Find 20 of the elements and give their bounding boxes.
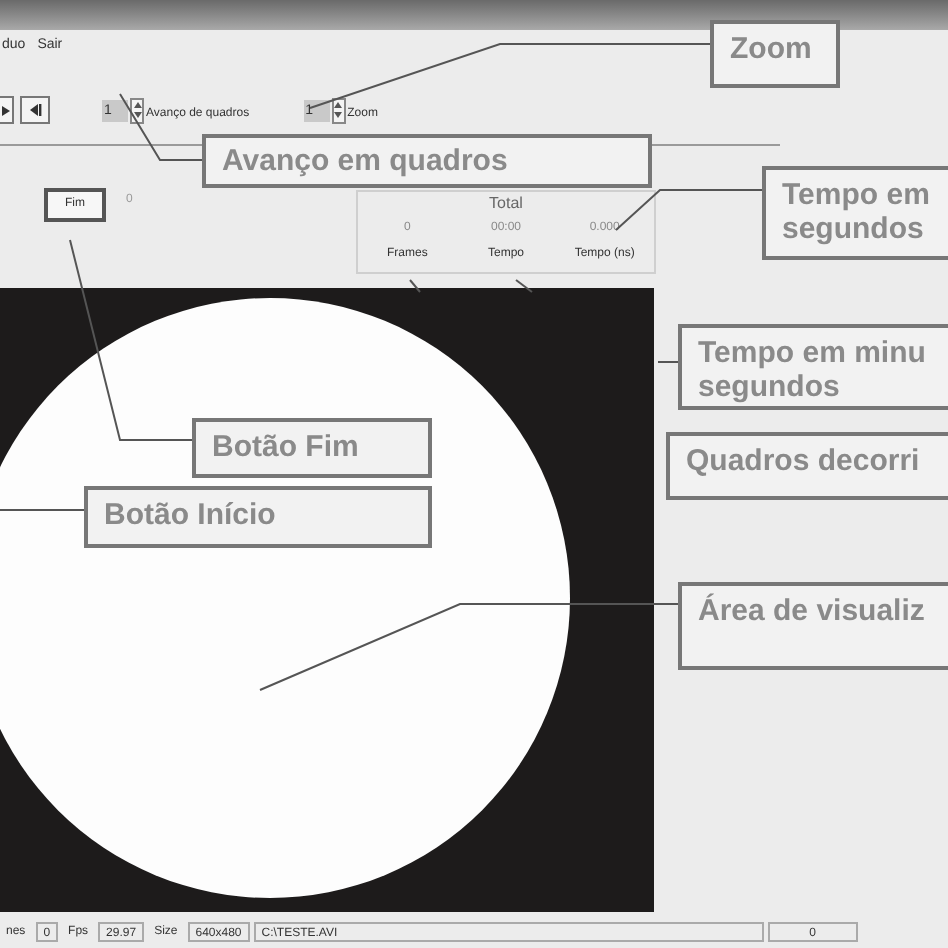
callout-label: Quadros decorri bbox=[666, 432, 948, 500]
callout-label: Tempo em segundos bbox=[762, 166, 948, 260]
rewind-button[interactable] bbox=[20, 96, 50, 124]
callout-label: Botão Início bbox=[84, 486, 432, 548]
skip-back-icon bbox=[28, 104, 42, 116]
callout-label: Avanço em quadros bbox=[202, 134, 652, 188]
callout-label: Área de visualiz bbox=[678, 582, 948, 670]
play-icon bbox=[2, 105, 10, 115]
callout-label: Tempo em minu segundos bbox=[678, 324, 948, 410]
callout-label: Zoom bbox=[710, 20, 840, 88]
leader-line bbox=[409, 279, 421, 293]
callout-label: Botão Fim bbox=[192, 418, 432, 478]
leader-line bbox=[515, 279, 533, 293]
total-title: Total bbox=[489, 192, 523, 216]
leader-line bbox=[657, 361, 679, 363]
leader-line bbox=[119, 93, 203, 161]
leader-line bbox=[0, 509, 85, 511]
play-button[interactable] bbox=[0, 96, 14, 124]
spin-arrows-icon[interactable] bbox=[130, 97, 144, 123]
spin-arrows-icon[interactable] bbox=[331, 97, 346, 123]
